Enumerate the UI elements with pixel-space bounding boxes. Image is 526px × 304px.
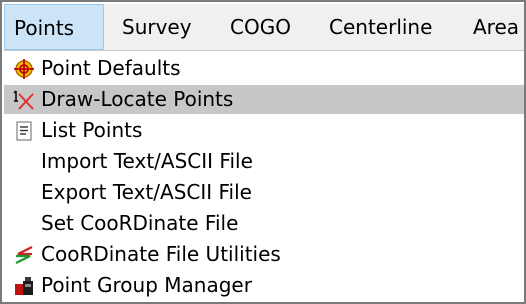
menu-bar: Points Survey COGO Centerline Area xyxy=(4,4,524,51)
window-frame: Points Survey COGO Centerline Area Point… xyxy=(0,0,526,304)
draw-locate-points-icon xyxy=(13,89,35,111)
coordinate-file-utilities-icon xyxy=(13,244,35,266)
menu-item-label: Point Defaults xyxy=(41,56,181,80)
menu-cogo[interactable]: COGO xyxy=(230,4,291,50)
menu-survey[interactable]: Survey xyxy=(122,4,192,50)
menu-item-label: Draw-Locate Points xyxy=(41,87,234,111)
menu-item-coordinate-file-utilities[interactable]: CooRDinate File Utilities xyxy=(4,240,524,269)
menu-area[interactable]: Area xyxy=(473,4,519,50)
menu-item-label: Set CooRDinate File xyxy=(41,211,239,235)
menu-item-label: CooRDinate File Utilities xyxy=(41,242,281,266)
menu-item-label: Export Text/ASCII File xyxy=(41,180,252,204)
menu-item-set-coordinate-file[interactable]: Set CooRDinate File xyxy=(4,209,524,238)
point-group-manager-icon xyxy=(13,275,35,297)
menu-item-draw-locate-points[interactable]: Draw-Locate Points xyxy=(4,85,524,114)
menu-item-export-text-ascii-file[interactable]: Export Text/ASCII File xyxy=(4,178,524,207)
menu-item-label: List Points xyxy=(41,118,143,142)
menu-item-point-defaults[interactable]: Point Defaults xyxy=(4,54,524,83)
menu-item-point-group-manager[interactable]: Point Group Manager xyxy=(4,271,524,300)
menu-item-label: Import Text/ASCII File xyxy=(41,149,253,173)
list-points-icon xyxy=(13,120,35,142)
menu-centerline[interactable]: Centerline xyxy=(329,4,432,50)
points-dropdown-menu: Point Defaults Draw-Locate Points List P… xyxy=(4,51,524,300)
menu-points[interactable]: Points xyxy=(4,4,104,50)
menu-item-label: Point Group Manager xyxy=(41,273,252,297)
point-defaults-icon xyxy=(13,58,35,80)
menu-item-list-points[interactable]: List Points xyxy=(4,116,524,145)
menu-item-import-text-ascii-file[interactable]: Import Text/ASCII File xyxy=(4,147,524,176)
